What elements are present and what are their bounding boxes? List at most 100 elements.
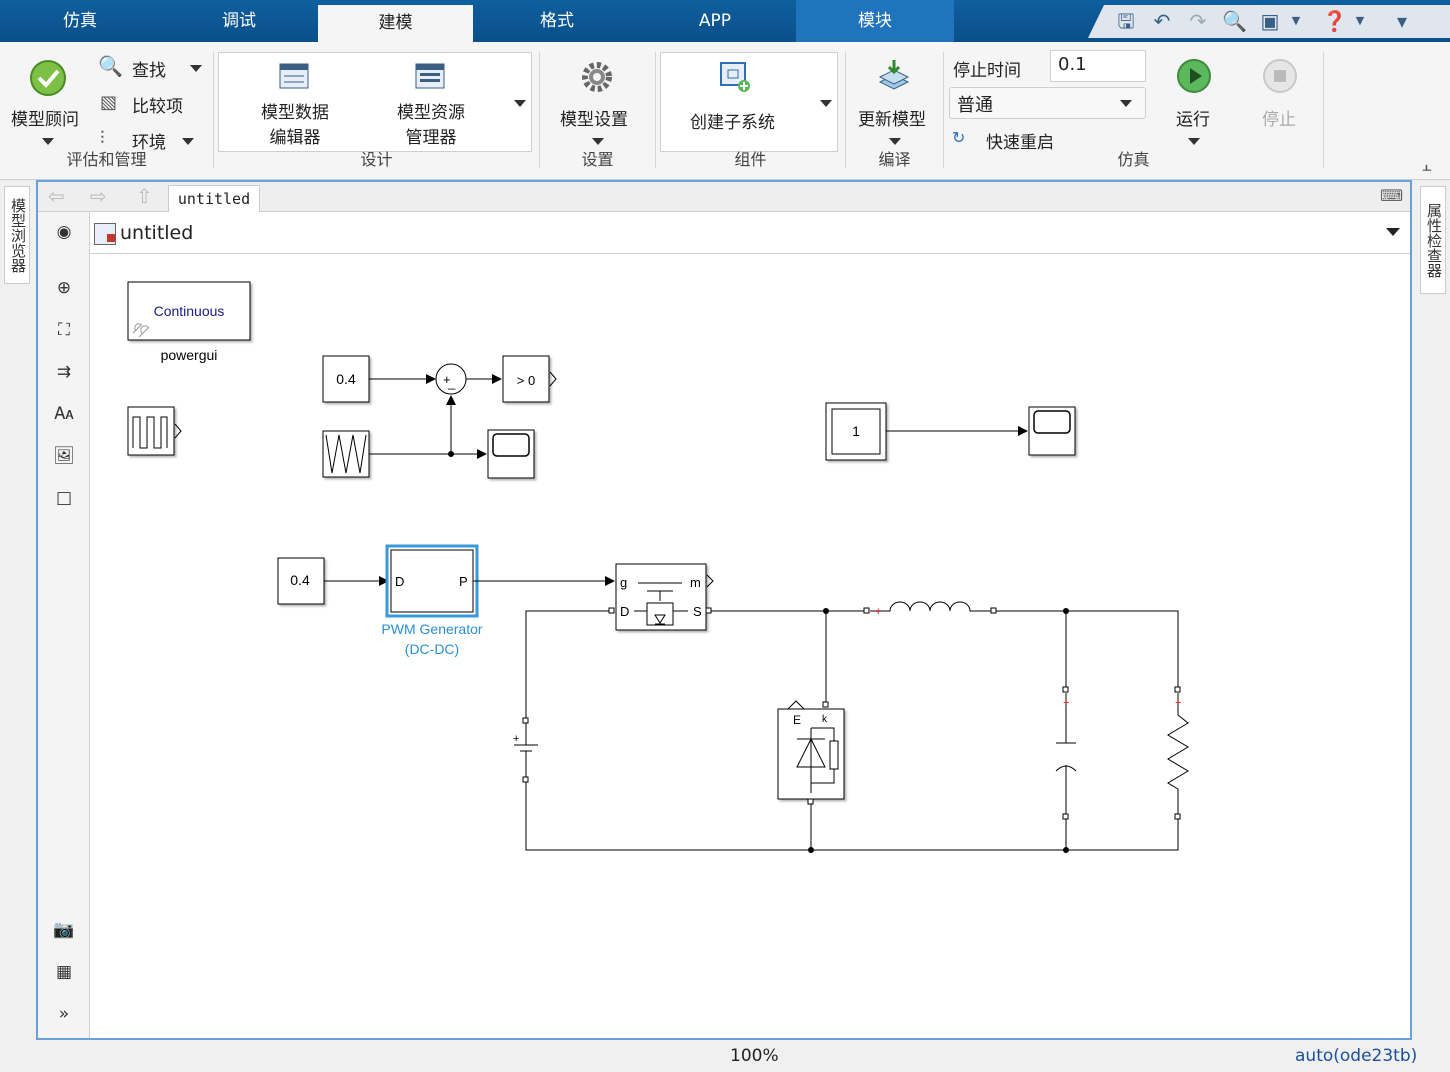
scope-block[interactable] bbox=[487, 429, 535, 479]
chevron-down-icon[interactable] bbox=[1188, 138, 1200, 145]
pulse-generator-block[interactable] bbox=[127, 406, 182, 456]
section-compile: 更新模型 编译 bbox=[846, 52, 944, 169]
address-bar[interactable]: untitled bbox=[90, 214, 1410, 254]
model-explorer-icon bbox=[415, 63, 445, 89]
search-icon[interactable]: 🔍 bbox=[1222, 9, 1247, 33]
chevron-down-icon[interactable] bbox=[182, 138, 194, 145]
tab-simulation[interactable]: 仿真 bbox=[0, 0, 160, 42]
quick-access-toolbar: 🖫 ↶ ↷ 🔍 ▣ ▼ ❓ ▼ ▾ bbox=[1088, 5, 1450, 38]
collapse-toolstrip-icon[interactable]: ⫠ bbox=[1422, 156, 1432, 176]
chevron-down-icon[interactable] bbox=[42, 138, 54, 145]
status-bar: 100% auto(ode23tb) bbox=[0, 1040, 1450, 1072]
zoom-in-icon[interactable]: ⊕ bbox=[52, 276, 76, 300]
section-design: 模型数据 编辑器 模型资源 管理器 设计 bbox=[214, 52, 540, 169]
tab-apps[interactable]: APP bbox=[636, 0, 794, 42]
fit-to-view-icon[interactable]: ⛶ bbox=[52, 318, 76, 342]
constant-value: 0.4 bbox=[290, 572, 310, 588]
scope-block[interactable] bbox=[1028, 406, 1076, 456]
route-lines-icon[interactable]: ⇉ bbox=[52, 360, 76, 384]
mosfet-port-g: g bbox=[620, 575, 627, 590]
triangle-generator-block[interactable] bbox=[322, 430, 370, 478]
keyboard-icon[interactable]: ⌨ bbox=[1380, 186, 1403, 205]
expand-palette-icon[interactable]: » bbox=[52, 1002, 76, 1026]
power-wires[interactable] bbox=[525, 610, 1179, 851]
create-subsystem-button[interactable]: 创建子系统 bbox=[690, 108, 775, 133]
constant-block[interactable]: 0.4 bbox=[322, 355, 370, 403]
area-icon[interactable]: □ bbox=[52, 486, 76, 510]
solver-link[interactable]: auto(ode23tb) bbox=[1295, 1046, 1417, 1066]
simulation-mode-select[interactable]: 普通 bbox=[949, 87, 1146, 119]
find-model-icon[interactable]: ▣ bbox=[1258, 9, 1282, 33]
explorer-bar: ⇦ ⇨ ⇧ untitled ⌨ bbox=[38, 182, 1410, 212]
stop-time-input[interactable]: 0.1 bbox=[1050, 50, 1146, 82]
model-browser-tab[interactable]: 模型浏览器 bbox=[4, 186, 30, 284]
update-model-icon[interactable] bbox=[876, 58, 912, 94]
collapse-ribbon-icon[interactable]: ▾ bbox=[1390, 9, 1414, 33]
capacitor-block[interactable]: + bbox=[1055, 693, 1077, 815]
right-dock: 属性检查器 bbox=[1414, 180, 1450, 1050]
sum-block[interactable]: + _ bbox=[435, 363, 467, 395]
chevron-down-icon[interactable] bbox=[592, 138, 604, 145]
back-arrow-icon[interactable]: ⇦ bbox=[48, 184, 65, 208]
gallery-expand-icon[interactable] bbox=[820, 100, 832, 107]
property-inspector-tab[interactable]: 属性检查器 bbox=[1420, 186, 1446, 294]
chevron-down-icon[interactable]: ▼ bbox=[1284, 9, 1308, 33]
model-data-editor-button[interactable]: 模型数据 编辑器 bbox=[258, 98, 332, 148]
editor-tab-untitled[interactable]: untitled bbox=[168, 185, 260, 212]
property-table-icon[interactable]: ▦ bbox=[52, 960, 76, 984]
powergui-block[interactable]: Continuous powergui bbox=[127, 281, 251, 363]
resistor-block[interactable]: + bbox=[1167, 693, 1189, 815]
gallery-expand-icon[interactable] bbox=[514, 100, 526, 107]
section-label: 评估和管理 bbox=[66, 150, 147, 169]
constant-block[interactable]: 1 bbox=[825, 402, 887, 461]
hide-explorer-icon[interactable]: ◉ bbox=[52, 220, 76, 244]
chevron-down-icon[interactable] bbox=[1386, 228, 1400, 236]
constant-value: 1 bbox=[852, 423, 860, 439]
powergui-text: Continuous bbox=[154, 303, 225, 319]
left-dock: 模型浏览器 bbox=[0, 180, 36, 1050]
mosfet-block[interactable]: g m D S bbox=[615, 563, 714, 631]
model-icon bbox=[94, 223, 116, 245]
find-button[interactable]: 查找 bbox=[132, 56, 166, 81]
chevron-down-icon[interactable] bbox=[1120, 100, 1132, 107]
scope-icon bbox=[1033, 410, 1071, 434]
up-arrow-icon[interactable]: ⇧ bbox=[136, 184, 153, 208]
image-icon[interactable]: 🖼 bbox=[52, 444, 76, 468]
compare-to-zero-block[interactable]: > 0 bbox=[502, 355, 557, 403]
model-explorer-button[interactable]: 模型资源 管理器 bbox=[394, 98, 468, 148]
model-data-editor-icon bbox=[279, 63, 309, 89]
stop-time-label: 停止时间 bbox=[953, 61, 1021, 81]
tab-modeling[interactable]: 建模 bbox=[318, 5, 473, 42]
model-advisor-button[interactable]: 模型顾问 bbox=[11, 105, 79, 130]
constant-block[interactable]: 0.4 bbox=[277, 557, 325, 605]
diode-block[interactable]: E k bbox=[777, 700, 845, 800]
junction-dots bbox=[808, 608, 1069, 853]
chevron-down-icon[interactable] bbox=[889, 138, 901, 145]
forward-arrow-icon[interactable]: ⇨ bbox=[90, 184, 107, 208]
tab-format[interactable]: 格式 bbox=[478, 0, 636, 42]
run-icon[interactable] bbox=[1176, 58, 1212, 94]
pwm-generator-block[interactable]: D P PWM Generator (DC-DC) bbox=[381, 544, 483, 657]
save-icon[interactable]: 🖫 bbox=[1114, 9, 1138, 33]
tab-block[interactable]: 模块 bbox=[796, 0, 954, 42]
chevron-down-icon[interactable] bbox=[190, 65, 202, 72]
redo-icon[interactable]: ↷ bbox=[1186, 9, 1210, 33]
model-settings-button[interactable]: 模型设置 bbox=[560, 105, 628, 130]
section-evaluate-manage: 模型顾问 🔍 查找 ▧ 比较项 ⫶ 环境 评估和管理 bbox=[0, 52, 214, 169]
dc-voltage-source-block[interactable]: + bbox=[513, 723, 538, 778]
model-advisor-icon[interactable] bbox=[28, 58, 68, 98]
diagram-canvas[interactable]: Continuous powergui 0.4 + _ > 0 1 0.4 D … bbox=[90, 255, 1410, 1038]
tab-debug[interactable]: 调试 bbox=[160, 0, 318, 42]
run-button[interactable]: 运行 bbox=[1176, 105, 1210, 130]
chevron-down-icon[interactable]: ▼ bbox=[1348, 9, 1372, 33]
gear-icon[interactable] bbox=[580, 60, 614, 94]
undo-icon[interactable]: ↶ bbox=[1150, 9, 1174, 33]
compare-button[interactable]: 比较项 bbox=[132, 92, 183, 117]
sum-minus-sign: _ bbox=[447, 375, 456, 390]
stop-icon bbox=[1263, 59, 1297, 93]
help-icon[interactable]: ❓ bbox=[1322, 9, 1347, 33]
camera-icon[interactable]: 📷 bbox=[52, 918, 76, 942]
update-model-button[interactable]: 更新模型 bbox=[858, 105, 926, 130]
annotation-icon[interactable]: 🗛 bbox=[52, 402, 76, 426]
inductor-block[interactable]: + bbox=[870, 601, 992, 618]
